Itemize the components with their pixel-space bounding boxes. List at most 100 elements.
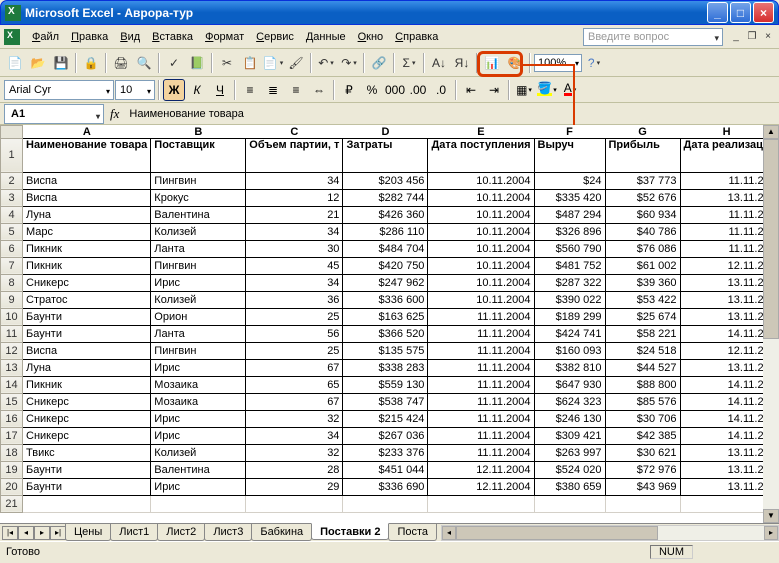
cell[interactable]: 36 [246,291,343,308]
menu-формат[interactable]: Формат [199,28,250,46]
cell[interactable]: 11.11.2004 [428,427,534,444]
doc-close-button[interactable]: × [761,30,775,44]
row-header-21[interactable]: 21 [1,495,23,512]
cell[interactable]: Ирис [151,427,246,444]
cell[interactable]: 10.11.2004 [428,240,534,257]
tab-next-button[interactable]: ▸ [34,526,50,540]
row-header-15[interactable]: 15 [1,393,23,410]
cell[interactable] [680,495,773,512]
cell[interactable]: $43 969 [605,478,680,495]
scroll-left-button[interactable]: ◂ [442,526,456,540]
cell[interactable]: Баунти [23,308,151,325]
vscroll-thumb[interactable] [763,139,779,339]
cell[interactable]: Валентина [151,206,246,223]
hscroll-thumb[interactable] [456,526,658,540]
cell[interactable]: Пикник [23,376,151,393]
cell[interactable]: Валентина [151,461,246,478]
cell[interactable]: 14.11.20 [680,376,773,393]
cell[interactable]: Баунти [23,478,151,495]
col-header-E[interactable]: E [428,126,534,139]
cell[interactable]: $44 527 [605,359,680,376]
cell[interactable]: Ирис [151,478,246,495]
cell[interactable]: $39 360 [605,274,680,291]
cell[interactable]: $538 747 [343,393,428,410]
help-button[interactable]: ? [583,52,605,74]
select-all-corner[interactable] [1,126,23,139]
cell[interactable]: 14.11.20 [680,325,773,342]
cell[interactable]: 56 [246,325,343,342]
cell[interactable]: $160 093 [534,342,605,359]
sort-asc-button[interactable]: A↓ [428,52,450,74]
redo-button[interactable]: ↷ [338,52,360,74]
cell[interactable]: $366 520 [343,325,428,342]
cell[interactable] [534,495,605,512]
cell[interactable]: 12.11.2004 [428,478,534,495]
sheet-tab-Бабкина[interactable]: Бабкина [251,524,312,541]
cell[interactable]: Ланта [151,240,246,257]
vertical-scrollbar[interactable]: ▲ ▼ [763,125,779,523]
cell[interactable]: $85 576 [605,393,680,410]
cell[interactable]: 12.11.20 [680,257,773,274]
chart-wizard-button[interactable]: 📊 [481,52,503,74]
italic-button[interactable]: К [186,79,208,101]
cell[interactable]: 11.11.20 [680,172,773,189]
autosum-button[interactable]: Σ [398,52,420,74]
cell[interactable]: $58 221 [605,325,680,342]
align-right-button[interactable]: ≡ [285,79,307,101]
cell[interactable]: 12.11.2004 [428,461,534,478]
cell[interactable]: Сникерс [23,427,151,444]
name-box[interactable]: A1 [4,104,104,124]
minimize-button[interactable]: _ [707,2,728,23]
menu-окно[interactable]: Окно [352,28,390,46]
row-header-10[interactable]: 10 [1,308,23,325]
menu-данные[interactable]: Данные [300,28,352,46]
cell[interactable]: 65 [246,376,343,393]
sheet-tab-Лист3[interactable]: Лист3 [204,524,252,541]
cell[interactable]: $484 704 [343,240,428,257]
cell[interactable]: $420 750 [343,257,428,274]
cell[interactable]: Ланта [151,325,246,342]
header-cell[interactable]: Дата поступления [428,138,534,172]
cell[interactable]: $215 424 [343,410,428,427]
row-header-3[interactable]: 3 [1,189,23,206]
cell[interactable]: $559 130 [343,376,428,393]
sheet-tab-Поста[interactable]: Поста [388,524,437,541]
open-button[interactable]: 📂 [27,52,49,74]
cell[interactable]: 13.11.20 [680,461,773,478]
cell[interactable]: $76 086 [605,240,680,257]
header-cell[interactable]: Наименование товара [23,138,151,172]
cell[interactable]: $40 786 [605,223,680,240]
cell[interactable]: $61 002 [605,257,680,274]
fx-icon[interactable]: fx [110,106,119,122]
cell[interactable]: $326 896 [534,223,605,240]
row-header-19[interactable]: 19 [1,461,23,478]
cell[interactable]: 13.11.20 [680,189,773,206]
close-button[interactable]: × [753,2,774,23]
header-cell[interactable]: Прибыль [605,138,680,172]
paste-button[interactable]: 📄 [262,52,284,74]
worksheet-grid[interactable]: ABCDEFGH1Наименование товараПоставщикОбъ… [0,125,779,523]
cell[interactable]: $524 020 [534,461,605,478]
cell[interactable]: $487 294 [534,206,605,223]
cell[interactable]: $25 674 [605,308,680,325]
doc-restore-button[interactable]: ❐ [745,30,759,44]
doc-minimize-button[interactable]: _ [729,30,743,44]
menu-правка[interactable]: Правка [65,28,114,46]
format-painter-button[interactable]: 🖌 [285,52,307,74]
cell[interactable]: $42 385 [605,427,680,444]
new-button[interactable]: 📄 [4,52,26,74]
cell[interactable]: 13.11.20 [680,478,773,495]
sheet-tab-Цены[interactable]: Цены [65,524,111,541]
cell[interactable]: 11.11.2004 [428,410,534,427]
menu-справка[interactable]: Справка [389,28,444,46]
cell[interactable]: $336 690 [343,478,428,495]
cell[interactable]: 11.11.2004 [428,376,534,393]
cell[interactable]: 11.11.20 [680,240,773,257]
cell[interactable]: 34 [246,223,343,240]
cell[interactable]: $335 420 [534,189,605,206]
research-button[interactable]: 📗 [186,52,208,74]
cell[interactable]: $53 422 [605,291,680,308]
doc-icon[interactable] [4,29,20,45]
header-cell[interactable]: Поставщик [151,138,246,172]
cell[interactable]: 10.11.2004 [428,223,534,240]
